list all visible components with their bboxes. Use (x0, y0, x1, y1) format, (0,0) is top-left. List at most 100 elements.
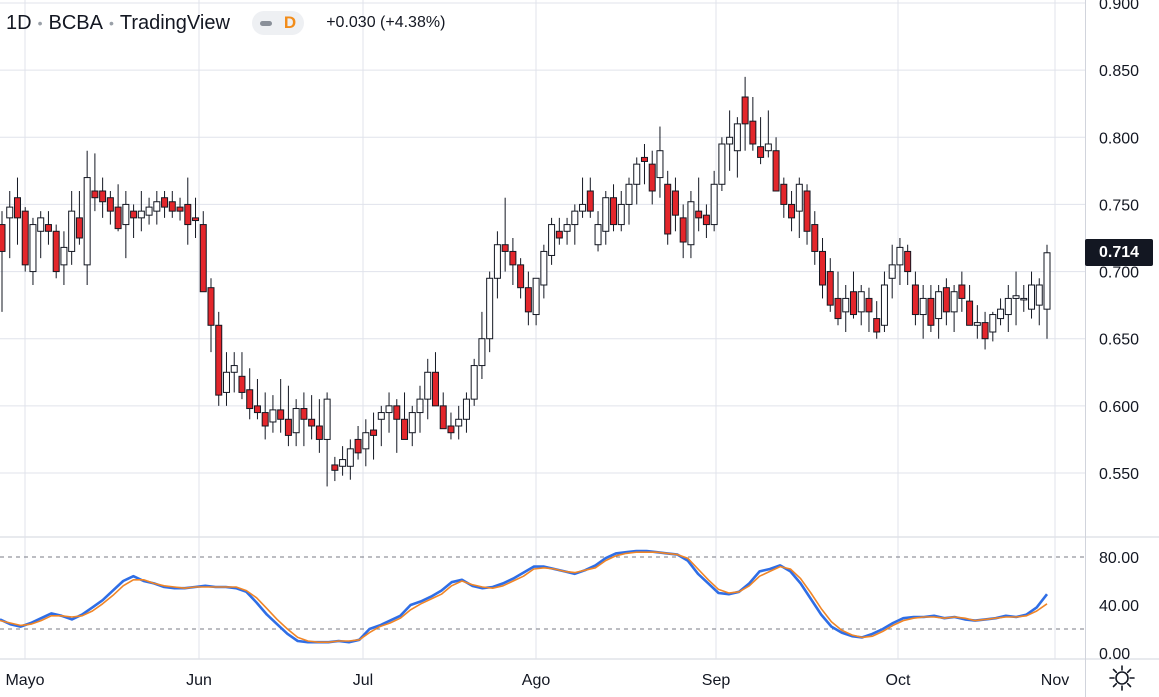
candle-body (137, 210, 145, 219)
candle-body (586, 190, 594, 212)
separator-dot: • (37, 15, 43, 31)
candle-body (857, 291, 865, 313)
candle-body (989, 314, 997, 333)
price-change: +0.030 (+4.38%) (326, 14, 446, 31)
candle-body (462, 398, 470, 420)
candle-body (1028, 284, 1036, 310)
candle-body (571, 210, 579, 226)
candle-body (532, 277, 540, 316)
candle-body (966, 300, 974, 326)
candle-body (950, 291, 958, 313)
candle-body (602, 197, 610, 232)
y-axis-label: 0.700 (1099, 265, 1139, 282)
candle-body (811, 224, 819, 252)
candle-body (633, 163, 641, 185)
x-axis-label: Sep (702, 672, 731, 689)
candle-body (548, 224, 556, 256)
candle-body (656, 150, 664, 179)
x-axis-label: Nov (1041, 672, 1069, 689)
candle-body (385, 405, 393, 414)
candle-body (1035, 284, 1043, 306)
candle-body (780, 183, 788, 205)
candle-body (594, 224, 602, 246)
candle-body (803, 190, 811, 232)
candle-body (292, 408, 300, 434)
candle-body (122, 203, 130, 226)
candle-body (679, 217, 687, 243)
candle-body (21, 210, 29, 266)
x-axis-label: Jul (353, 672, 373, 689)
candle-body (246, 389, 254, 410)
candle-body (764, 143, 772, 152)
candle-body (83, 177, 91, 266)
y-axis-label: 0.750 (1099, 197, 1139, 214)
candle-body (13, 197, 21, 219)
candle-body (145, 206, 153, 216)
interval-label[interactable]: 1D (6, 12, 32, 35)
candle-body (579, 203, 587, 212)
settings-gear-icon[interactable] (1108, 664, 1136, 692)
candle-body (640, 156, 648, 162)
candle-body (393, 405, 401, 420)
x-axis-label: Mayo (5, 672, 44, 689)
y-axis-label: 0.650 (1099, 332, 1139, 349)
x-axis-label: Oct (886, 672, 911, 689)
candle-body (911, 284, 919, 316)
candle-body (238, 375, 246, 393)
candle-body (958, 284, 966, 299)
candle-body (501, 244, 509, 252)
candle-body (207, 287, 215, 326)
candle-body (323, 398, 331, 440)
candle-body (625, 183, 633, 205)
candle-body (648, 163, 656, 192)
candle-body (555, 230, 563, 239)
candle-body (997, 308, 1005, 320)
candle-body (362, 432, 370, 450)
candle-body (455, 418, 463, 427)
candle-body (199, 224, 207, 293)
candle-body (401, 418, 409, 440)
candle-body (671, 190, 679, 216)
candle-body (439, 405, 447, 430)
candle-body (664, 183, 672, 235)
candle-body (486, 277, 494, 340)
candle-body (68, 210, 76, 252)
candle-body (687, 201, 695, 246)
candle-body (935, 291, 943, 320)
candle-body (610, 197, 618, 226)
candle-body (981, 322, 989, 340)
candle-body (308, 418, 316, 427)
candle-body (300, 408, 308, 420)
candle-body (880, 284, 888, 326)
candle-body (493, 244, 501, 279)
candle-body (222, 371, 230, 393)
candle-body (1004, 297, 1012, 316)
y-axis-label: 0.800 (1099, 130, 1139, 147)
candle-body (865, 297, 873, 313)
candle-body (540, 250, 548, 286)
market-status-pill[interactable]: D (251, 11, 305, 35)
candle-body (617, 203, 625, 226)
y-axis-label: 0.600 (1099, 399, 1139, 416)
candle-body (795, 183, 803, 212)
candle-body (424, 371, 432, 400)
candle-body (733, 123, 741, 152)
candle-body (354, 438, 362, 454)
candle-body (973, 322, 981, 326)
candle-body (408, 412, 416, 434)
candle-body (1043, 252, 1051, 310)
candle-body (470, 365, 478, 400)
candle-body (370, 429, 378, 436)
candle-body (6, 206, 14, 219)
candle-body (741, 96, 749, 125)
chart-canvas[interactable]: Mayo Jun Jul Ago Sep Oct Nov 0.550 0.600 0.650 0.7… (0, 0, 1159, 697)
candle-body (509, 250, 517, 266)
candle-body (37, 217, 45, 232)
candle-body (431, 371, 439, 407)
candle-body (52, 230, 60, 273)
candle-body (315, 425, 323, 440)
candle-body (192, 217, 200, 222)
candle-body (834, 297, 842, 320)
last-price-label: 0.714 (1085, 239, 1153, 266)
candle-body (269, 409, 277, 423)
